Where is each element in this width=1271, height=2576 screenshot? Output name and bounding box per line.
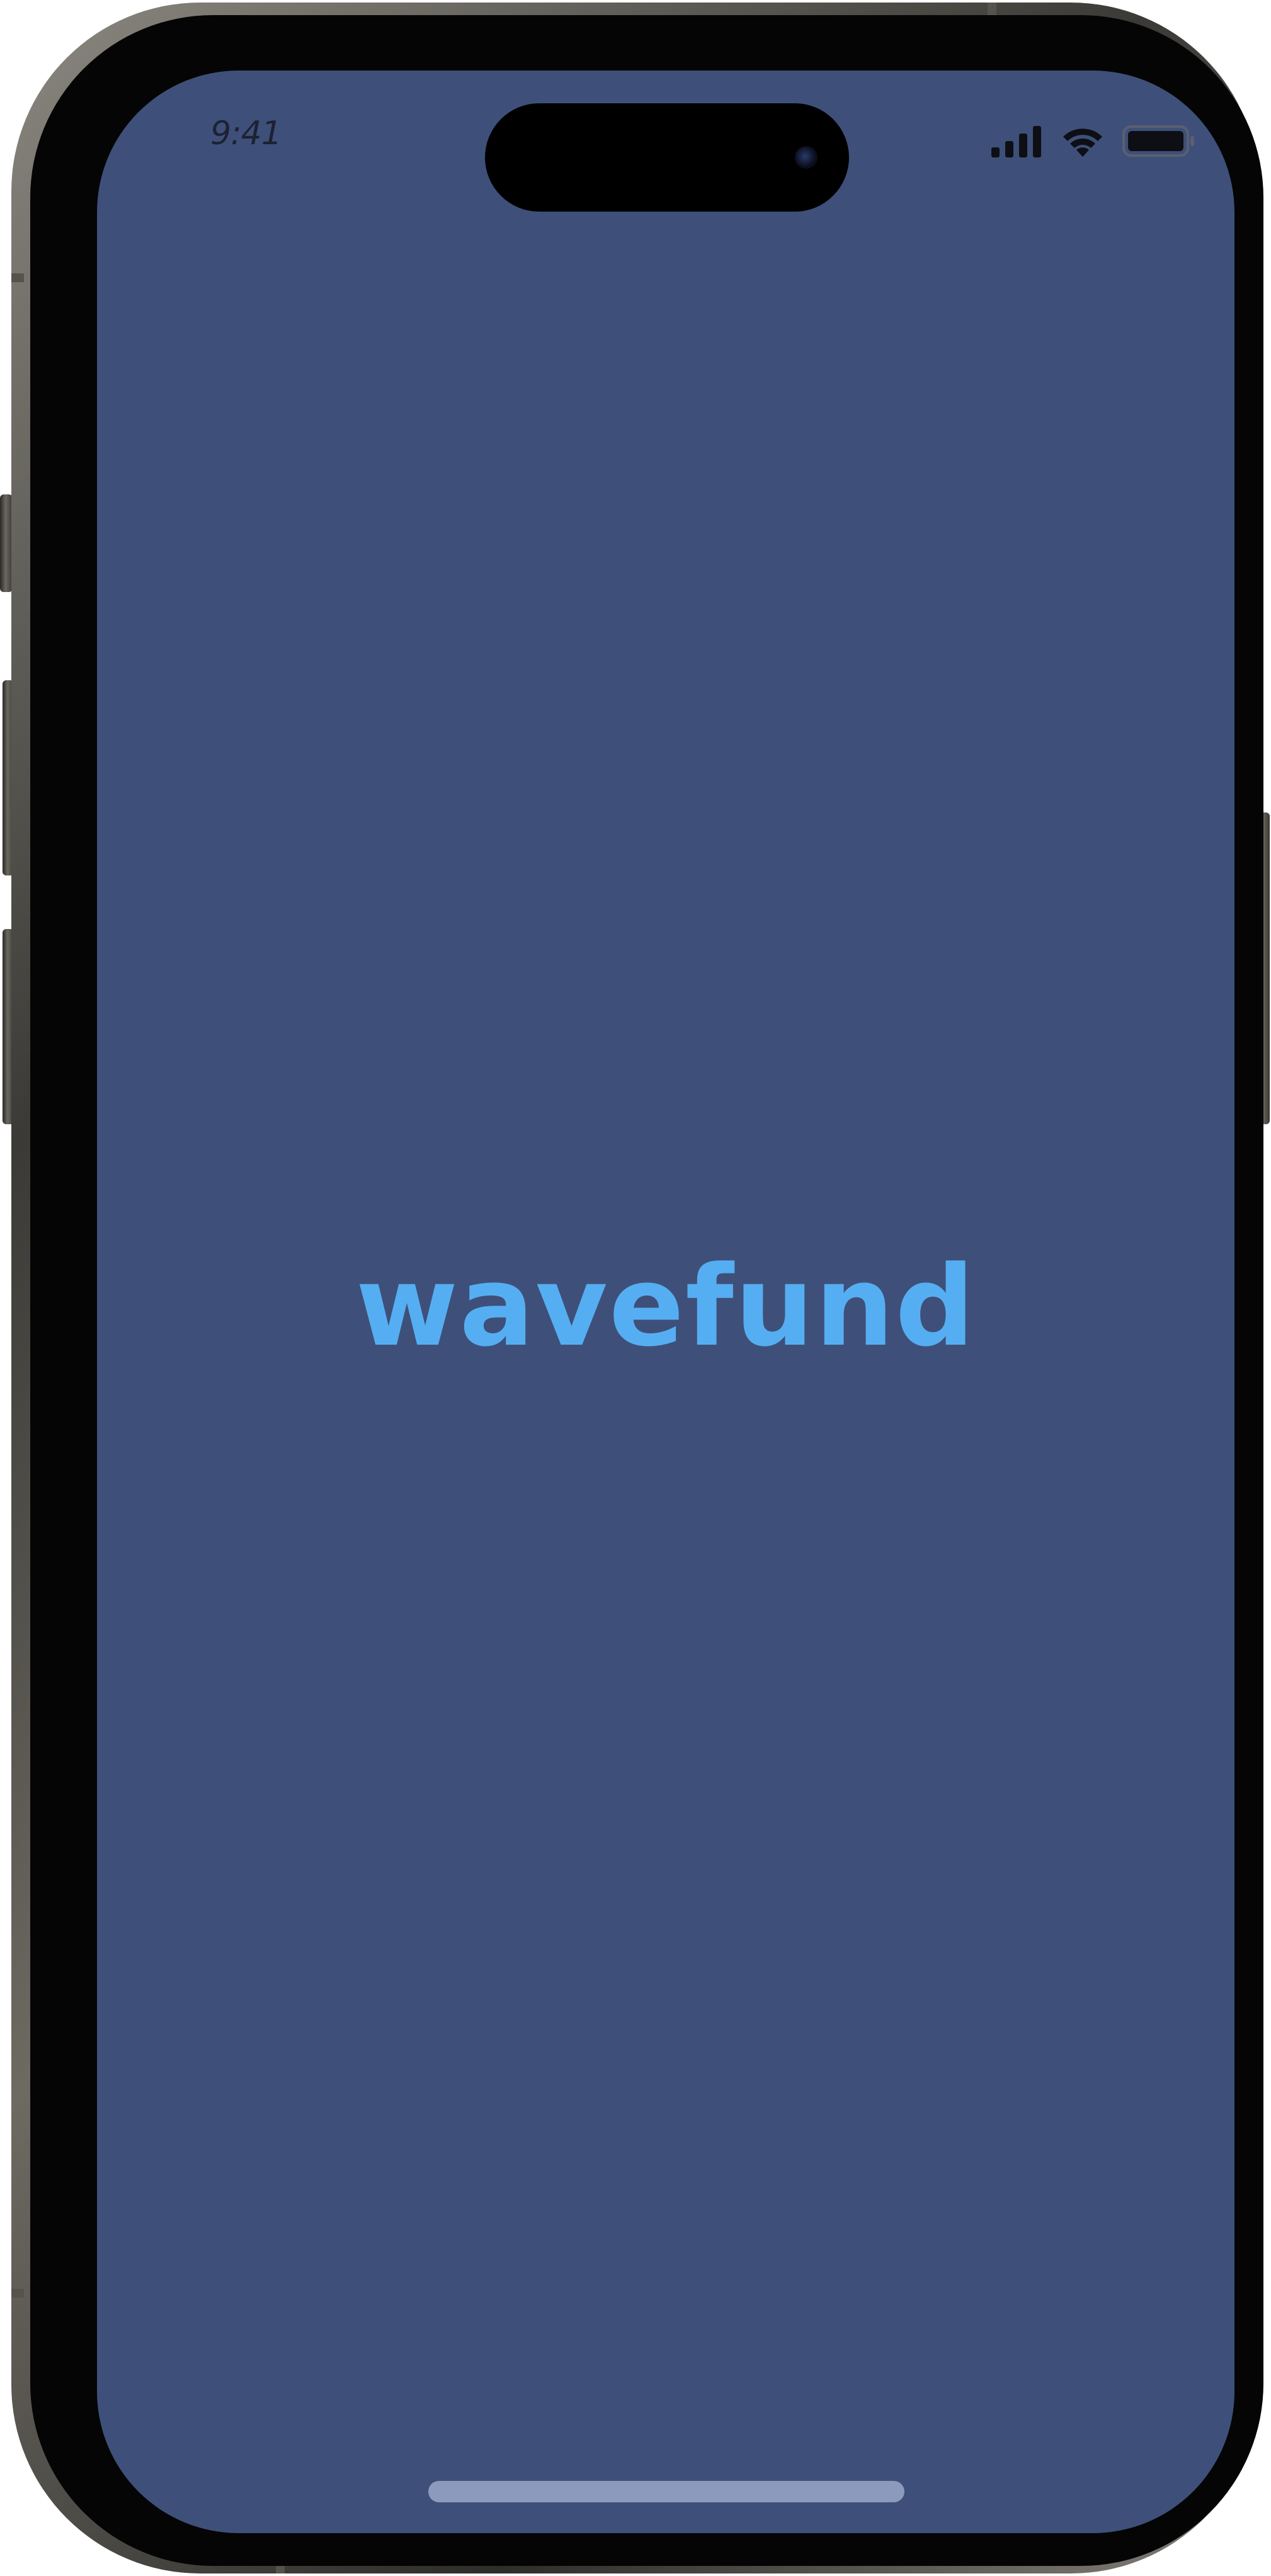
status-time: 9:41 <box>210 115 282 152</box>
status-icons <box>991 122 1195 160</box>
wifi-icon <box>1063 128 1102 157</box>
dynamic-island <box>485 103 849 212</box>
device-bezel: 9:41 wavefund <box>30 15 1263 2566</box>
action-button <box>0 494 13 592</box>
brand-logo-text: wavefund <box>355 1242 976 1371</box>
front-camera-icon <box>795 146 818 169</box>
cellular-signal-icon <box>991 126 1041 157</box>
antenna-band <box>11 2289 24 2298</box>
app-screen: 9:41 wavefund <box>97 71 1234 2533</box>
antenna-band <box>11 273 24 282</box>
battery-icon <box>1122 125 1194 157</box>
home-indicator[interactable] <box>428 2481 904 2502</box>
antenna-band <box>988 3 996 15</box>
device-frame: 9:41 wavefund <box>11 3 1263 2573</box>
phone-device: 9:41 wavefund <box>0 0 1271 2576</box>
